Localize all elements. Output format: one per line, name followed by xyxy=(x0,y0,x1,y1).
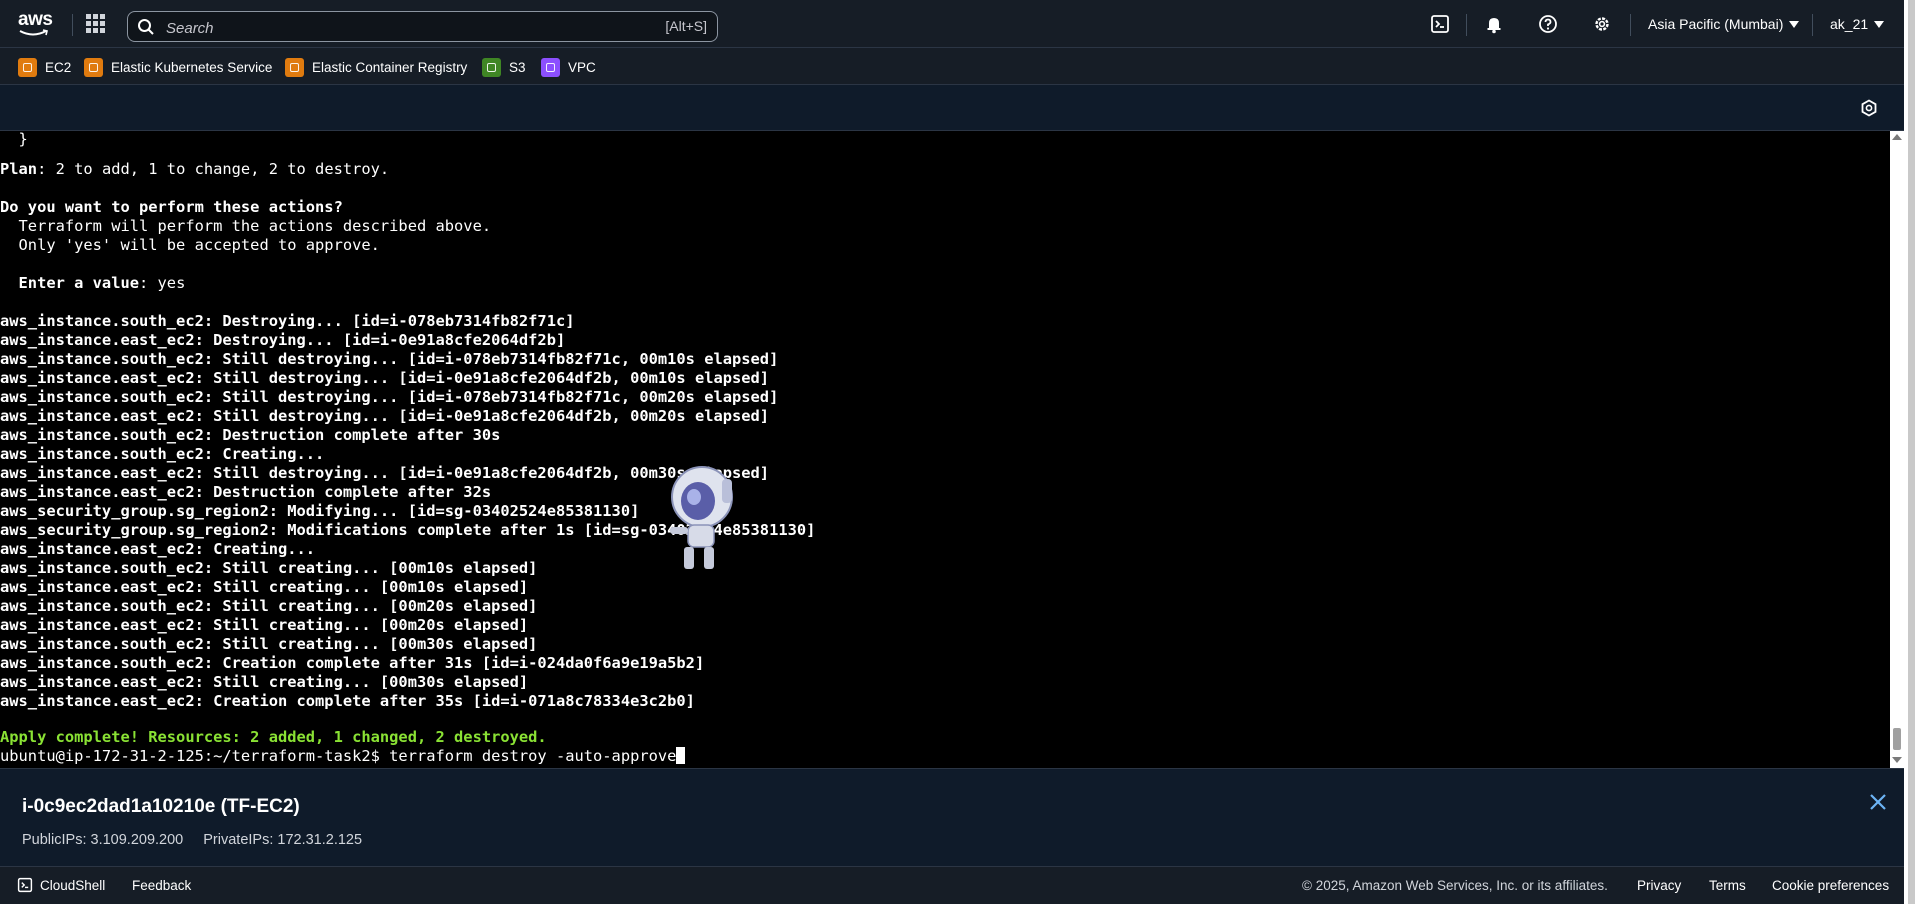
favorite-label: EC2 xyxy=(45,59,72,75)
favorite-ec2[interactable]: EC2 xyxy=(18,57,71,77)
ec2-icon xyxy=(18,57,37,77)
terminal-line: aws_instance.east_ec2: Creating... xyxy=(0,540,316,558)
terminal-line: aws_instance.south_ec2: Creating... xyxy=(0,445,325,463)
terminal-line: aws_instance.east_ec2: Destruction compl… xyxy=(0,483,492,501)
terminal-line: aws_instance.east_ec2: Still destroying.… xyxy=(0,407,770,425)
private-ips: PrivateIPs: 172.31.2.125 xyxy=(203,832,363,848)
hexagon-settings-icon[interactable] xyxy=(1860,99,1878,117)
terminal-line: aws_instance.east_ec2: Creation complete… xyxy=(0,692,695,710)
cloudshell-label: CloudShell xyxy=(40,877,106,893)
copyright-text: © 2025, Amazon Web Services, Inc. or its… xyxy=(1302,878,1608,893)
favorite-vpc[interactable]: VPC xyxy=(541,57,596,77)
page-scrollbar[interactable] xyxy=(1904,0,1919,904)
favorite-label: Elastic Kubernetes Service xyxy=(111,59,273,75)
favorite-ecr[interactable]: Elastic Container Registry xyxy=(285,57,467,77)
aws-logo-text: aws xyxy=(18,9,53,30)
terms-link[interactable]: Terms xyxy=(1709,878,1746,893)
favorite-label: S3 xyxy=(509,59,526,75)
terminal-line: aws_instance.south_ec2: Still creating..… xyxy=(0,635,538,653)
favorite-label: Elastic Container Registry xyxy=(312,59,468,75)
nav-divider xyxy=(1812,14,1813,36)
services-grid-icon[interactable] xyxy=(86,14,106,34)
terminal-line: } xyxy=(0,131,28,148)
terminal-line: aws_instance.south_ec2: Still destroying… xyxy=(0,388,779,406)
terminal-scrollbar[interactable] xyxy=(1890,131,1904,768)
cloudshell-icon[interactable] xyxy=(1430,14,1450,34)
search-input[interactable] xyxy=(164,16,588,40)
account-name: ak_21 xyxy=(1830,16,1869,32)
terminal-line: aws_instance.east_ec2: Still destroying.… xyxy=(0,369,770,387)
terminal-line: aws_security_group.sg_region2: Modifying… xyxy=(0,502,640,520)
terminal-output[interactable]: } Plan: 2 to add, 1 to change, 2 to destr… xyxy=(0,131,1890,768)
instance-ips: PublicIPs: 3.109.209.200 PrivateIPs: 172… xyxy=(22,832,378,848)
bell-icon[interactable] xyxy=(1484,14,1504,34)
terminal-line: aws_instance.south_ec2: Creation complet… xyxy=(0,654,705,672)
ecr-icon xyxy=(285,57,304,77)
search-shortcut: [Alt+S] xyxy=(665,18,707,34)
instance-info-panel: i-0c9ec2dad1a10210e (TF-EC2) PublicIPs: … xyxy=(0,768,1904,866)
region-selector[interactable]: Asia Pacific (Mumbai) xyxy=(1648,16,1800,32)
terminal-line: Only 'yes' will be accepted to approve. xyxy=(0,236,380,254)
nav-divider xyxy=(72,14,73,36)
terminal-line: aws_instance.south_ec2: Destroying... [i… xyxy=(0,312,575,330)
public-ips: PublicIPs: 3.109.209.200 xyxy=(22,832,184,848)
terminal-line: aws_instance.south_ec2: Still creating..… xyxy=(0,559,538,577)
terminal-prompt[interactable]: ubuntu@ip-172-31-2-125:~/terraform-task2… xyxy=(0,747,686,766)
terminal-line: Terraform will perform the actions descr… xyxy=(0,217,492,235)
scroll-up-icon[interactable] xyxy=(1892,134,1902,140)
astronaut-mascot-icon xyxy=(670,466,733,569)
terminal-line: aws_instance.east_ec2: Still creating...… xyxy=(0,673,529,691)
close-icon[interactable] xyxy=(1869,793,1887,811)
cloudshell-icon xyxy=(17,877,33,893)
terminal-line: aws_instance.south_ec2: Still destroying… xyxy=(0,350,779,368)
region-label: Asia Pacific (Mumbai) xyxy=(1648,16,1784,32)
vpc-icon xyxy=(541,57,560,77)
account-caret-icon xyxy=(1874,21,1885,28)
account-menu[interactable]: ak_21 xyxy=(1830,16,1885,32)
scroll-down-icon[interactable] xyxy=(1892,757,1902,763)
search-icon xyxy=(138,19,154,35)
terminal-line: aws_instance.east_ec2: Still creating...… xyxy=(0,616,529,634)
eks-icon xyxy=(84,57,103,77)
search-box[interactable]: [Alt+S] xyxy=(127,11,718,42)
region-caret-icon xyxy=(1789,21,1800,28)
nav-divider xyxy=(1466,14,1467,36)
scrollbar-thumb[interactable] xyxy=(1893,728,1901,750)
nav-divider xyxy=(1630,14,1631,36)
terminal-cursor xyxy=(676,747,686,764)
page-scrollbar-thumb[interactable] xyxy=(1908,0,1915,904)
footer: CloudShell Feedback © 2025, Amazon Web S… xyxy=(0,866,1904,904)
privacy-link[interactable]: Privacy xyxy=(1637,878,1681,893)
apply-complete-message: Apply complete! Resources: 2 added, 1 ch… xyxy=(0,728,547,746)
gear-icon[interactable] xyxy=(1592,14,1612,34)
terminal-line: Do you want to perform these actions? xyxy=(0,198,343,216)
terminal-line: aws_instance.east_ec2: Destroying... [id… xyxy=(0,331,566,349)
top-navigation: aws [Alt+S] Asia xyxy=(0,0,1919,48)
terminal-line: aws_instance.south_ec2: Still creating..… xyxy=(0,597,538,615)
favorite-eks[interactable]: Elastic Kubernetes Service xyxy=(84,57,272,77)
terminal-line: Enter a value: yes xyxy=(0,274,186,292)
terminal-line: Plan: 2 to add, 1 to change, 2 to destro… xyxy=(0,160,390,178)
aws-logo[interactable]: aws xyxy=(18,9,58,39)
cloudshell-footer-button[interactable]: CloudShell xyxy=(17,877,105,893)
help-icon[interactable] xyxy=(1538,14,1558,34)
favorite-s3[interactable]: S3 xyxy=(482,57,526,77)
feedback-link[interactable]: Feedback xyxy=(132,878,191,893)
cookie-preferences-link[interactable]: Cookie preferences xyxy=(1772,878,1889,893)
aws-smile-icon xyxy=(19,29,48,36)
s3-icon xyxy=(482,57,501,77)
instance-title: i-0c9ec2dad1a10210e (TF-EC2) xyxy=(22,796,300,817)
favorite-label: VPC xyxy=(568,59,596,75)
terminal-line: aws_instance.east_ec2: Still destroying.… xyxy=(0,464,770,482)
favorites-bar: EC2 Elastic Kubernetes Service Elastic C… xyxy=(0,48,1919,85)
terminal-line: aws_instance.south_ec2: Destruction comp… xyxy=(0,426,501,444)
terminal-line: aws_instance.east_ec2: Still creating...… xyxy=(0,578,529,596)
cloudshell-toolbar xyxy=(0,85,1919,131)
